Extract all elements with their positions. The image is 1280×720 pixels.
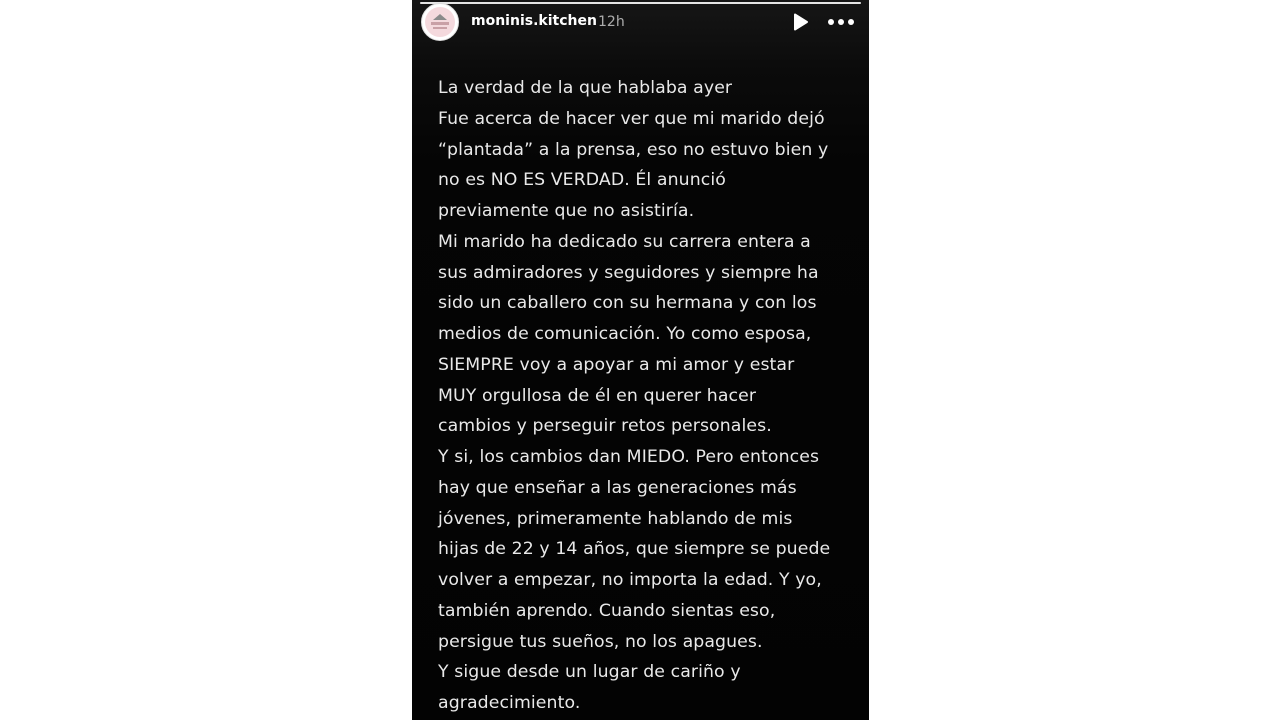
story-text-line: medios de comunicación. Yo como esposa, <box>438 324 812 344</box>
story-text-line: Mi marido ha dedicado su carrera entera … <box>438 231 811 252</box>
story-text-line: Fue acerca de hacer ver que mi marido de… <box>438 108 825 129</box>
story-text: La verdad de la que hablaba ayer Fue acer… <box>438 73 858 719</box>
story-text-line: persigue tus sueños, no los apagues. <box>438 631 763 652</box>
story-header: moninis.kitchen 12h <box>412 0 869 44</box>
story-text-line: Y si, los cambios dan MIEDO. Pero entonc… <box>438 447 820 467</box>
story-text-line: hijas de 22 y 14 años, que siempre se pu… <box>438 539 831 560</box>
story-timestamp: 12h <box>598 14 625 30</box>
story-text-line: La verdad de la que hablaba ayer <box>438 78 733 98</box>
more-options-icon <box>828 19 854 25</box>
story-text-line: Y sigue desde un lugar de cariño y <box>438 662 741 683</box>
more-options-button[interactable] <box>826 12 856 32</box>
story-text-line: “plantada” a la prensa, eso no estuvo bi… <box>438 139 829 160</box>
avatar[interactable] <box>421 3 459 41</box>
story-text-line: jóvenes, primeramente hablando de mis <box>438 508 793 529</box>
story-text-line: previamente que no asistiría. <box>438 201 695 221</box>
story-text-line: también aprendo. Cuando sientas eso, <box>438 600 776 621</box>
story-text-line: hay que enseñar a las generaciones más <box>438 477 797 498</box>
username-link[interactable]: moninis.kitchen <box>471 13 597 29</box>
story-text-line: agradecimiento. <box>438 693 581 713</box>
play-button[interactable] <box>790 12 810 32</box>
avatar-logo <box>425 7 455 37</box>
story-text-line: SIEMPRE voy a apoyar a mi amor y estar <box>438 354 795 375</box>
story-text-line: sus admiradores y seguidores y siempre h… <box>438 262 819 283</box>
story-text-line: sido un caballero con su hermana y con l… <box>438 293 817 314</box>
story-text-line: no es NO ES VERDAD. Él anunció <box>438 170 726 191</box>
story-text-line: MUY orgullosa de él en querer hacer <box>438 385 757 406</box>
story-viewer: moninis.kitchen 12h La verdad de la que … <box>412 0 869 720</box>
story-text-line: volver a empezar, no importa la edad. Y … <box>438 570 822 590</box>
story-text-line: cambios y perseguir retos personales. <box>438 416 772 437</box>
play-icon <box>794 13 808 31</box>
